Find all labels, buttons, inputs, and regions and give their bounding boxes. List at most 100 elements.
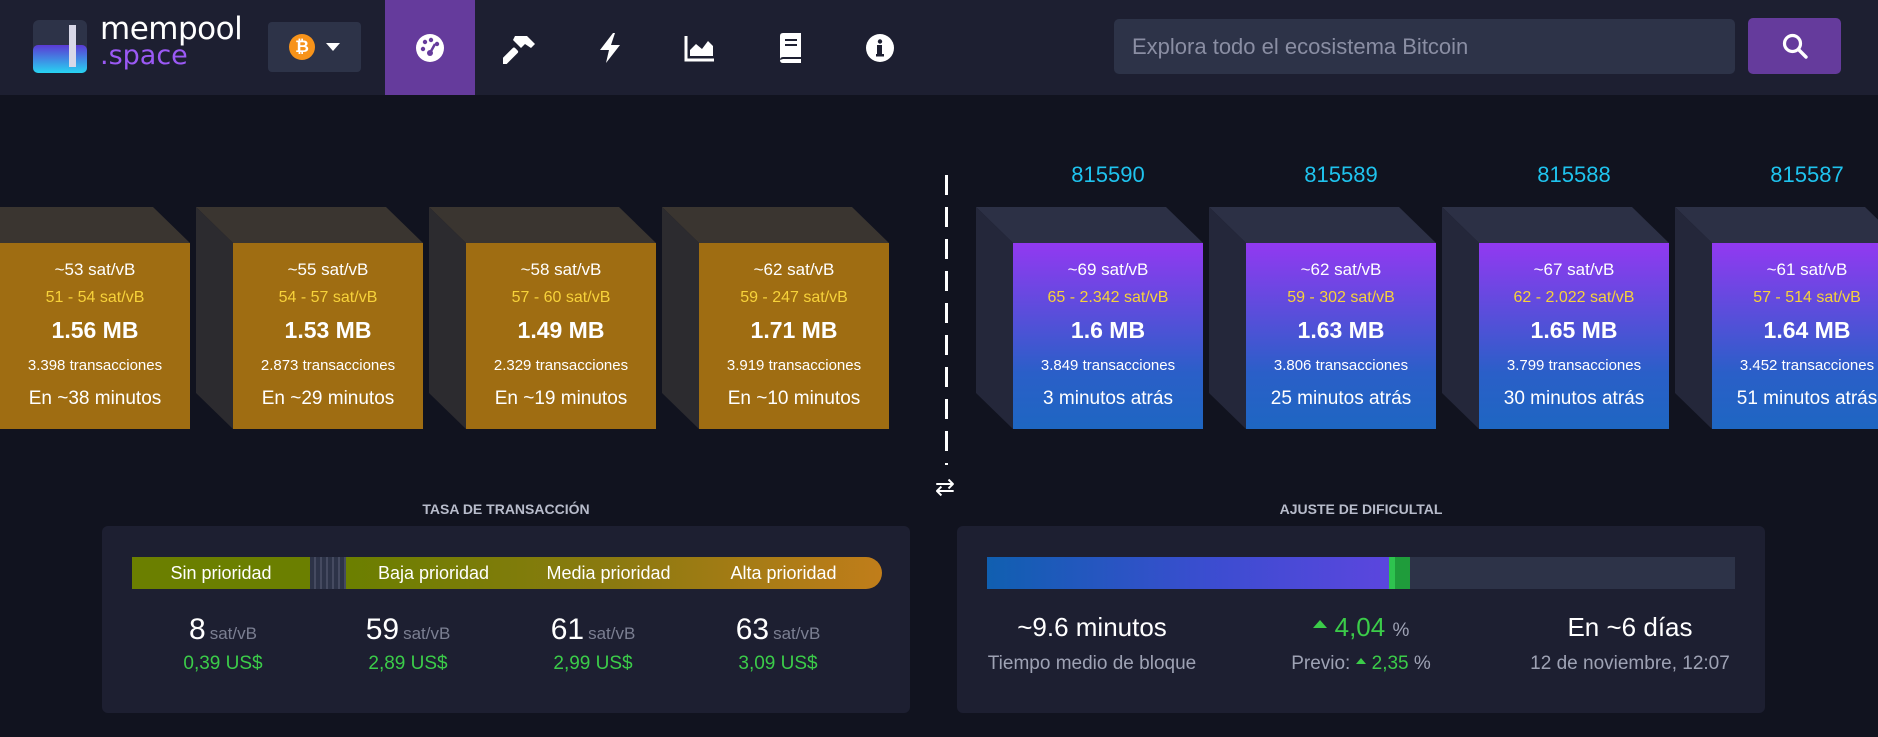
avg-block-time-value: ~9.6 minutos	[1017, 612, 1167, 642]
block-median-fee: ~61 sat/vB	[1766, 260, 1848, 279]
bitcoin-icon: ₿	[289, 34, 315, 60]
fee-priority-bar: Sin prioridad Baja prioridad Media prior…	[132, 557, 882, 589]
previous-label: Previo:	[1291, 653, 1351, 674]
block-eta: En ~38 minutos	[28, 388, 162, 409]
difficulty-progress-bar	[987, 557, 1735, 589]
nav-lightning[interactable]	[565, 0, 655, 95]
block-time-ago: 3 minutos atrás	[1043, 388, 1173, 409]
difficulty-panel[interactable]: ~9.6 minutos Tiempo medio de bloque 4,04…	[957, 526, 1765, 713]
fee-usd: 2,99 US$	[553, 653, 633, 674]
fee-unit: sat/vB	[209, 624, 257, 643]
fees-panel: Sin prioridad Baja prioridad Media prior…	[102, 526, 910, 713]
blockchain-divider	[945, 175, 948, 465]
fee-value: 8	[189, 613, 206, 646]
nav-dashboard[interactable]	[385, 0, 475, 95]
avg-block-time-label: Tiempo medio de bloque	[987, 653, 1197, 674]
block-fee-range: 57 - 514 sat/vB	[1753, 289, 1861, 306]
dashboard-icon	[416, 33, 444, 62]
block-fee-range: 51 - 54 sat/vB	[45, 289, 145, 306]
swap-arrows-icon[interactable]: ⇄	[935, 473, 955, 501]
difficulty-eta-date: 12 de noviembre, 12:07	[1530, 653, 1730, 674]
block-eta: En ~19 minutos	[494, 388, 628, 409]
fee-value: 59	[365, 613, 400, 646]
block-tx-count: 3.919 transacciones	[726, 357, 862, 374]
block-face: ~55 sat/vB 54 - 57 sat/vB 1.53 MB 2.873 tra…	[233, 243, 423, 429]
block-size: 1.64 MB	[1763, 317, 1851, 343]
block-time-ago: 25 minutos atrás	[1270, 388, 1412, 409]
block-tx-count: 2.329 transacciones	[493, 357, 629, 374]
block-fee-range: 59 - 302 sat/vB	[1287, 289, 1395, 306]
block-size: 1.53 MB	[284, 317, 372, 343]
block-face: ~58 sat/vB 57 - 60 sat/vB 1.49 MB 2.329 tra…	[466, 243, 656, 429]
block-face: ~62 sat/vB 59 - 247 sat/vB 1.71 MB 3.919 tr…	[699, 243, 889, 429]
fee-value: 63	[735, 613, 770, 646]
difficulty-change-unit: %	[1392, 620, 1410, 641]
block-size: 1.65 MB	[1530, 317, 1618, 343]
block-height-link[interactable]: 815587	[1712, 162, 1878, 188]
block-median-fee: ~62 sat/vB	[753, 260, 835, 279]
difficulty-change: 4,04 % Previo: 2,35 %	[1226, 612, 1496, 675]
block-tx-count: 3.806 transacciones	[1273, 357, 1409, 374]
mempool-logo-icon[interactable]	[33, 20, 87, 73]
difficulty-change-value: 4,04	[1334, 612, 1386, 642]
block-fee-range: 65 - 2.342 sat/vB	[1047, 289, 1169, 306]
about-icon	[866, 33, 894, 62]
block-face: ~62 sat/vB 59 - 302 sat/vB 1.63 MB 3.806 tr…	[1246, 243, 1436, 429]
fee-low-priority: 59 sat/vB 2,89 US$	[318, 613, 498, 675]
nav-docs[interactable]	[745, 0, 835, 95]
block-fee-range: 54 - 57 sat/vB	[278, 289, 378, 306]
block-size: 1.63 MB	[1297, 317, 1385, 343]
block-median-fee: ~62 sat/vB	[1300, 260, 1382, 279]
block-height-link[interactable]: 815589	[1246, 162, 1436, 188]
block-size: 1.49 MB	[517, 317, 605, 343]
nav-mining[interactable]	[475, 0, 565, 95]
block-eta: En ~10 minutos	[727, 388, 861, 409]
network-selector-button[interactable]: ₿	[268, 22, 361, 72]
low-priority-label: Baja prioridad	[377, 563, 490, 583]
docs-icon	[780, 32, 801, 63]
nav-graphs[interactable]	[655, 0, 745, 95]
arrow-up-small-icon	[1355, 657, 1366, 664]
arrow-up-icon	[1312, 620, 1327, 629]
fee-no-priority: 8 sat/vB 0,39 US$	[133, 613, 313, 675]
block-tx-count: 3.799 transacciones	[1506, 357, 1642, 374]
search-input[interactable]	[1114, 19, 1735, 74]
nav-about[interactable]	[835, 0, 925, 95]
difficulty-eta: En ~6 días 12 de noviembre, 12:07	[1495, 612, 1765, 675]
block-time-ago: 30 minutos atrás	[1503, 388, 1645, 409]
previous-value: 2,35	[1371, 653, 1409, 674]
block-face: ~69 sat/vB 65 - 2.342 sat/vB 1.6 MB 3.849 t…	[1013, 243, 1203, 429]
fee-usd: 3,09 US$	[738, 653, 818, 674]
block-fee-range: 59 - 247 sat/vB	[740, 289, 848, 306]
block-height-link[interactable]: 815590	[1013, 162, 1203, 188]
block-face: ~53 sat/vB 51 - 54 sat/vB 1.56 MB 3.398 tra…	[0, 243, 190, 429]
logo-wordmark[interactable]: mempool .space	[100, 14, 243, 70]
fees-title: TASA DE TRANSACCIÓN	[422, 501, 590, 517]
fee-unit: sat/vB	[588, 624, 636, 643]
difficulty-current-marker	[1389, 557, 1395, 589]
block-median-fee: ~67 sat/vB	[1533, 260, 1615, 279]
chevron-down-icon	[326, 43, 340, 51]
block-face: ~61 sat/vB 57 - 514 sat/vB 1.64 MB 3.452 tr…	[1712, 243, 1878, 429]
block-time-ago: 51 minutos atrás	[1736, 388, 1878, 409]
block-size: 1.6 MB	[1070, 317, 1146, 343]
graphs-icon	[684, 35, 714, 61]
fee-bar-gap	[310, 557, 346, 589]
block-face: ~67 sat/vB 62 - 2.022 sat/vB 1.65 MB 3.799 …	[1479, 243, 1669, 429]
block-eta: En ~29 minutos	[261, 388, 395, 409]
block-median-fee: ~69 sat/vB	[1067, 260, 1149, 279]
high-priority-label: Alta prioridad	[730, 563, 837, 583]
search-button[interactable]	[1748, 18, 1841, 74]
fee-unit: sat/vB	[773, 624, 821, 643]
block-size: 1.56 MB	[51, 317, 139, 343]
block-tx-count: 3.849 transacciones	[1040, 357, 1176, 374]
block-median-fee: ~55 sat/vB	[287, 260, 369, 279]
lightning-icon	[600, 32, 620, 63]
medium-priority-label: Media prioridad	[546, 563, 671, 583]
hammer-icon	[503, 35, 535, 64]
block-fee-range: 62 - 2.022 sat/vB	[1513, 289, 1635, 306]
block-height-link[interactable]: 815588	[1479, 162, 1669, 188]
top-navbar: mempool .space ₿	[0, 0, 1878, 95]
fee-usd: 0,39 US$	[183, 653, 263, 674]
fee-usd: 2,89 US$	[368, 653, 448, 674]
